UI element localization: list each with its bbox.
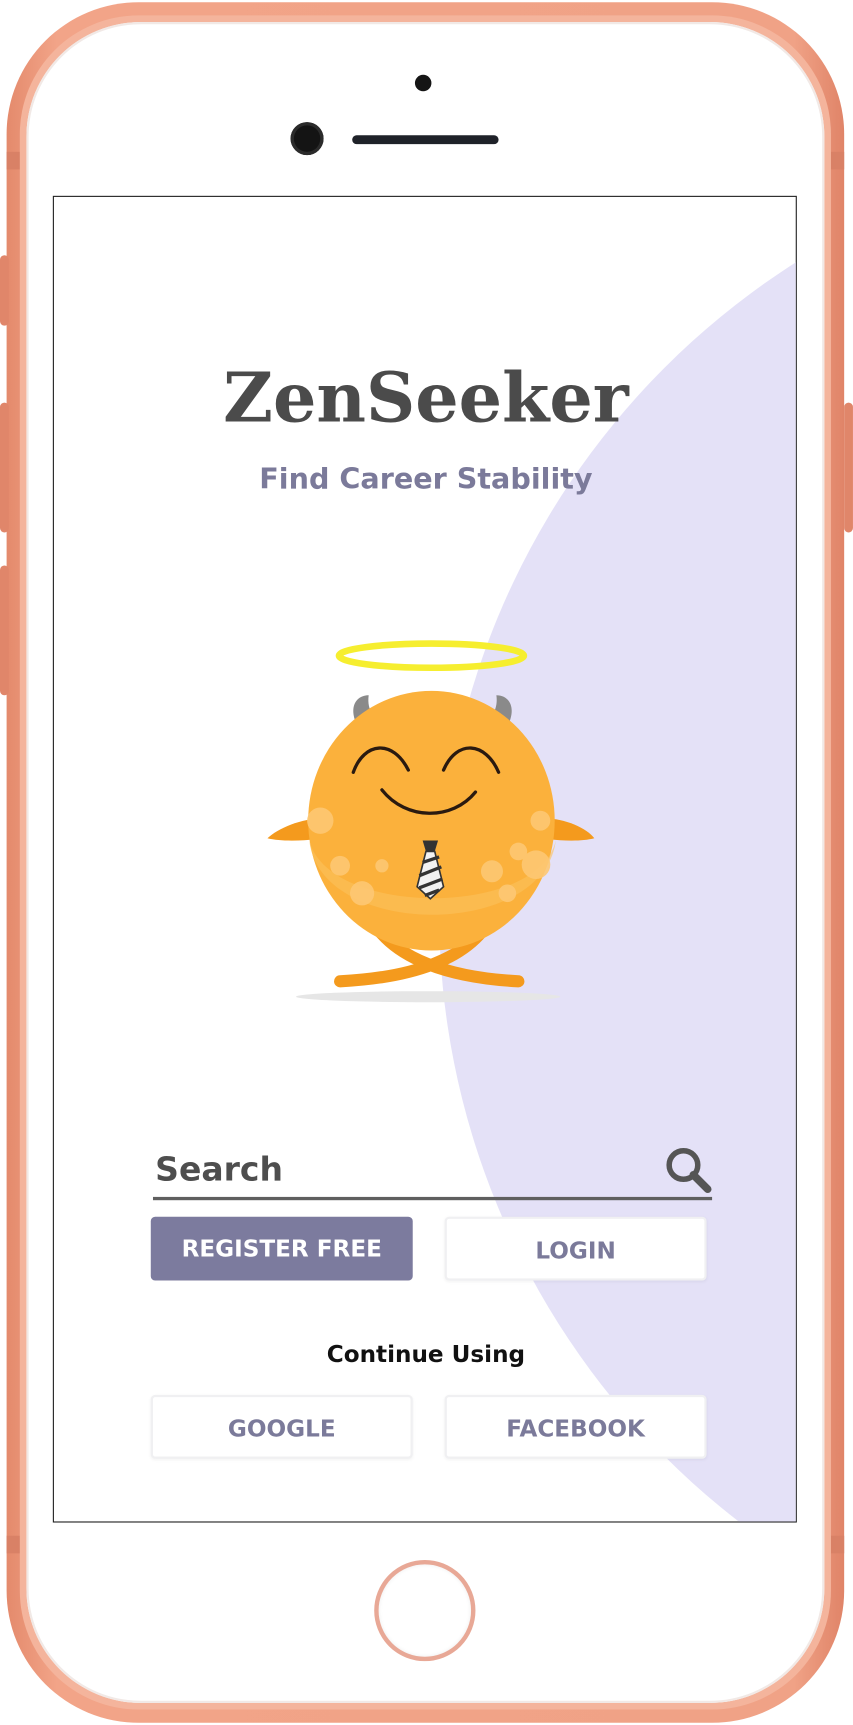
register-free-button[interactable]: REGISTER FREE xyxy=(150,1216,413,1281)
login-button[interactable]: LOGIN xyxy=(444,1216,707,1281)
app-screen: ZenSeeker Find Career Stability Search R… xyxy=(52,195,797,1523)
volume-up-button xyxy=(0,402,9,533)
facebook-login-button[interactable]: FACEBOOK xyxy=(444,1394,707,1459)
search-input[interactable] xyxy=(152,1143,638,1196)
google-login-button[interactable]: GOOGLE xyxy=(150,1394,413,1459)
antenna-band xyxy=(828,1535,845,1554)
earpiece-speaker xyxy=(352,135,499,145)
halo-icon xyxy=(335,640,528,672)
proximity-sensor xyxy=(414,74,432,92)
mascot-shadow xyxy=(296,991,561,1003)
app-title: ZenSeeker xyxy=(223,357,629,438)
front-camera xyxy=(290,122,324,156)
antenna-band xyxy=(828,151,845,170)
continue-using-label: Continue Using xyxy=(326,1341,526,1368)
app-subtitle: Find Career Stability xyxy=(259,463,593,497)
search-bar xyxy=(152,1139,713,1201)
search-icon[interactable] xyxy=(664,1145,712,1194)
mascot-illustration xyxy=(267,640,595,1003)
volume-down-button xyxy=(0,565,9,696)
mute-switch xyxy=(0,255,9,326)
power-button xyxy=(844,402,853,533)
home-button[interactable] xyxy=(374,1559,476,1662)
phone-mockup: ZenSeeker Find Career Stability Search R… xyxy=(0,0,853,1725)
